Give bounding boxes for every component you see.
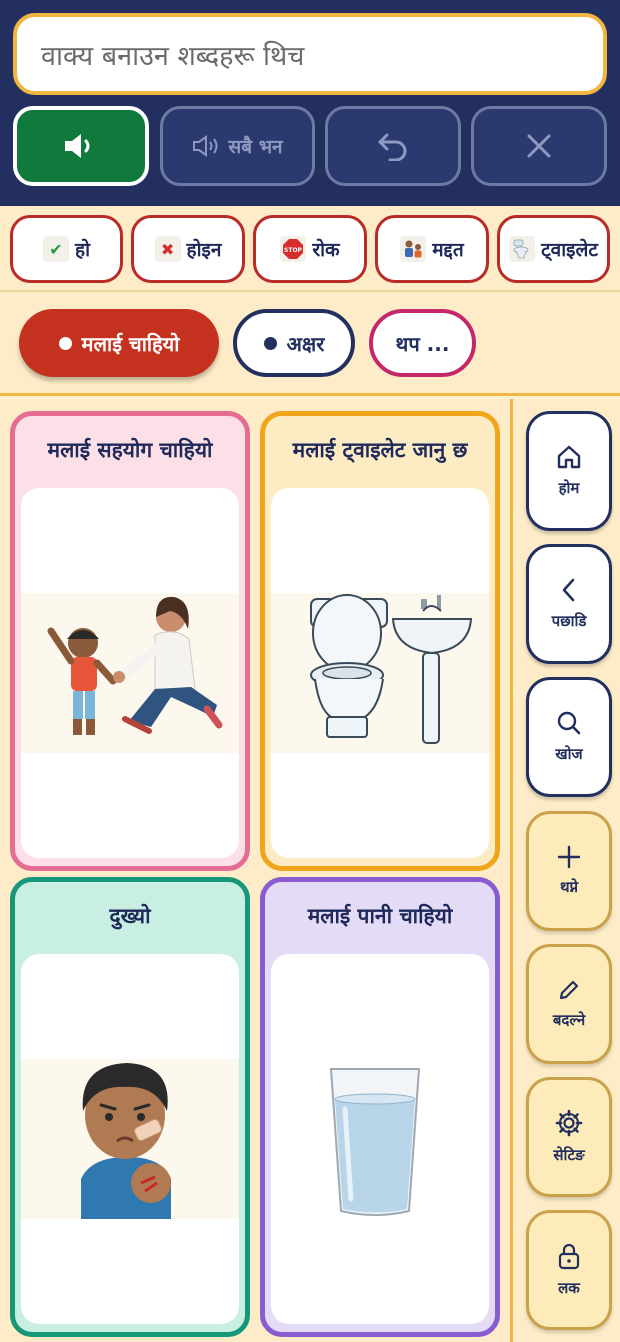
speak-all-button[interactable]: सबै भन	[160, 106, 315, 186]
speaker-icon	[65, 134, 90, 158]
home-icon	[557, 445, 581, 469]
top-bar: वाक्य बनाउन शब्दहरू थिच सबै भन	[0, 0, 620, 206]
category-tabs: मलाई चाहियो अक्षर थप ...	[0, 292, 620, 396]
speak-all-label: सबै भन	[228, 136, 283, 158]
search-button[interactable]: खोज	[526, 677, 612, 797]
card-need-toilet[interactable]: मलाई ट्वाइलेट जानु छ	[260, 411, 500, 871]
card-image-water	[271, 954, 489, 1324]
card-need-water[interactable]: मलाई पानी चाहियो	[260, 877, 500, 1337]
toilet-and-sink-icon	[271, 593, 489, 753]
quick-word-help[interactable]: मद्दत	[375, 215, 489, 283]
card-image-toilet	[271, 488, 489, 858]
tab-i-want[interactable]: मलाई चाहियो	[19, 309, 219, 377]
stop-sign-icon: STOP	[280, 236, 307, 262]
quick-word-no[interactable]: ✖ होइन	[131, 215, 245, 283]
plus-icon	[557, 845, 581, 869]
edit-button[interactable]: बदल्ने	[526, 944, 612, 1064]
speak-button[interactable]	[13, 106, 149, 186]
quick-word-stop[interactable]: STOP रोक	[253, 215, 367, 283]
glass-of-water-icon	[271, 1059, 479, 1219]
symbol-grid: मलाई सहयोग चाहियो मलाई ट्वाइलेट जानु छ द…	[0, 399, 510, 1342]
card-hurt[interactable]: दुख्यो	[10, 877, 250, 1337]
card-title: मलाई पानी चाहियो	[307, 904, 453, 928]
speaker-outline-icon	[193, 135, 218, 157]
svg-text:STOP: STOP	[284, 247, 303, 254]
undo-icon	[378, 133, 407, 161]
tab-letters[interactable]: अक्षर	[233, 309, 355, 377]
sentence-placeholder: वाक्य बनाउन शब्दहरू थिच	[41, 40, 305, 72]
home-button[interactable]: होम	[526, 411, 612, 531]
settings-button[interactable]: सेटिङ	[526, 1077, 612, 1197]
close-icon	[527, 134, 551, 158]
adult-helping-child-icon	[21, 593, 239, 753]
undo-button[interactable]	[325, 106, 461, 186]
card-image-hurt	[21, 954, 239, 1324]
gear-icon	[555, 1109, 583, 1137]
lock-button[interactable]: लक	[526, 1210, 612, 1330]
add-button[interactable]: थप्ने	[526, 811, 612, 931]
back-button[interactable]: पछाडि	[526, 544, 612, 664]
card-title: मलाई ट्वाइलेट जानु छ	[292, 438, 468, 462]
search-icon	[557, 711, 581, 735]
sentence-input[interactable]: वाक्य बनाउन शब्दहरू थिच	[13, 13, 607, 95]
helping-people-icon	[400, 236, 427, 262]
card-title: दुख्यो	[109, 904, 151, 928]
quick-words-bar: ✔ हो ✖ होइन STOP रोक मद्दत ट्वाइलेट	[0, 206, 620, 292]
card-need-help[interactable]: मलाई सहयोग चाहियो	[10, 411, 250, 871]
pencil-icon	[559, 980, 579, 1000]
chevron-left-icon	[562, 578, 575, 602]
check-mark-icon: ✔	[42, 236, 69, 262]
cross-mark-icon: ✖	[154, 236, 181, 262]
lock-icon	[558, 1243, 580, 1270]
side-navigation: होम पछाडि खोज थप्ने बदल्ने सेटिङ लक	[510, 399, 620, 1342]
dot-icon	[263, 336, 277, 350]
tab-more[interactable]: थप ...	[369, 309, 476, 377]
quick-word-yes[interactable]: ✔ हो	[10, 215, 123, 283]
hurt-child-icon	[21, 1059, 239, 1219]
active-dot-icon	[58, 336, 72, 350]
quick-word-toilet[interactable]: ट्वाइलेट	[497, 215, 610, 283]
card-title: मलाई सहयोग चाहियो	[47, 438, 213, 462]
clear-button[interactable]	[471, 106, 607, 186]
card-image-helping	[21, 488, 239, 858]
toilet-icon	[509, 236, 536, 262]
